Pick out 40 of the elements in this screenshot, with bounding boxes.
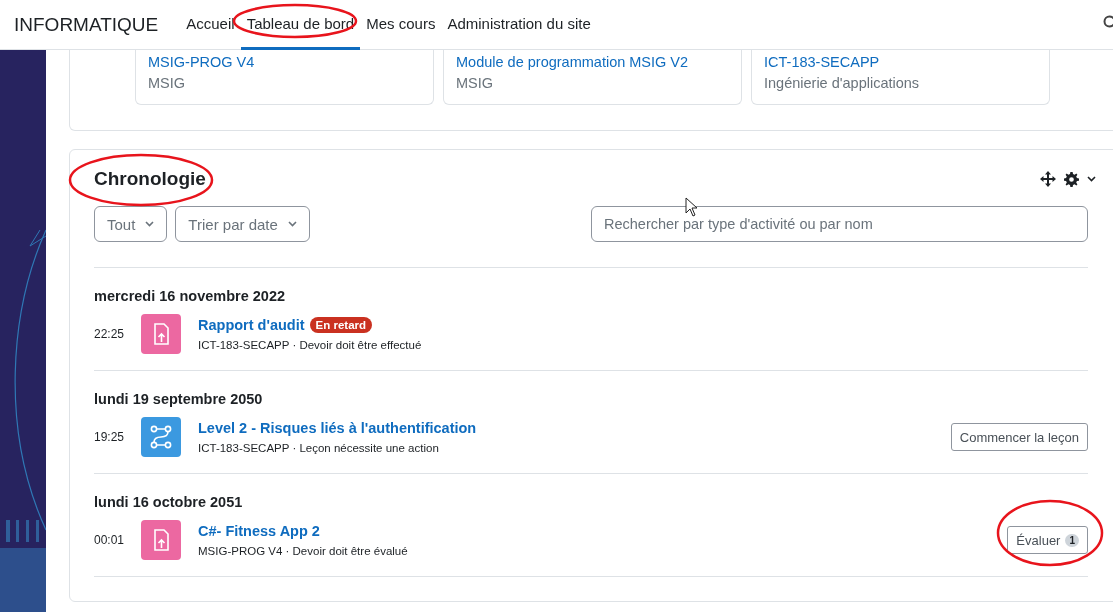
- event-details: ICT-183-SECAPP · Devoir doit être effectué: [198, 339, 423, 351]
- course-category: Ingénierie d'applications: [764, 75, 921, 91]
- overdue-badge: En retard: [309, 317, 373, 333]
- event-link[interactable]: Rapport d'audit: [198, 317, 305, 333]
- event-details: ICT-183-SECAPP · Leçon nécessite une action: [198, 442, 440, 454]
- course-category: MSIG: [148, 75, 187, 91]
- event-details: MSIG-PROG V4 · Devoir doit être évalué: [198, 545, 409, 557]
- event-link[interactable]: C#- Fitness App 2: [198, 523, 320, 539]
- site-name[interactable]: INFORMATIQUE: [14, 13, 159, 36]
- action-button[interactable]: Commencer la leçon: [950, 423, 1088, 451]
- assignment-upload-icon: [141, 314, 181, 354]
- nav-link[interactable]: Tableau de bord: [240, 0, 361, 50]
- event-time: 19:25: [94, 430, 126, 444]
- count-badge: 1: [1065, 533, 1079, 547]
- assignment-upload-icon: [141, 520, 181, 560]
- date-heading: mercredi 16 novembre 2022: [94, 288, 287, 304]
- move-icon[interactable]: [1040, 171, 1056, 187]
- lesson-path-icon: [141, 417, 181, 457]
- search-field[interactable]: Rechercher par type d'activité ou par nom: [591, 206, 1088, 242]
- chevron-down-icon: [145, 221, 155, 227]
- nav-link[interactable]: Accueil: [180, 0, 241, 50]
- date-heading: lundi 19 septembre 2050: [94, 391, 264, 407]
- date-heading: lundi 16 octobre 2051: [94, 494, 244, 510]
- nav-link[interactable]: Mes cours: [360, 0, 442, 50]
- nav-link[interactable]: Administration du site: [441, 0, 597, 50]
- filter-dropdown[interactable]: Tout: [94, 206, 168, 242]
- course-link[interactable]: ICT-183-SECAPP: [764, 54, 1037, 70]
- event-time: 22:25: [94, 327, 126, 341]
- chevron-down-icon: [287, 221, 297, 227]
- chevron-down-icon: [1087, 176, 1096, 182]
- filter-dropdown[interactable]: Trier par date: [175, 206, 310, 242]
- settings-icon[interactable]: [1064, 171, 1079, 187]
- course-link[interactable]: MSIG-PROG V4: [148, 54, 421, 70]
- action-button[interactable]: Évaluer 1: [1007, 526, 1088, 554]
- course-link[interactable]: Module de programmation MSIG V2: [456, 54, 729, 70]
- mouse-cursor-icon: [685, 197, 698, 217]
- event-time: 00:01: [94, 533, 126, 547]
- block-title: Chronologie: [94, 168, 206, 190]
- course-category: MSIG: [456, 75, 495, 91]
- event-link[interactable]: Level 2 - Risques liés à l'authentification: [198, 420, 477, 436]
